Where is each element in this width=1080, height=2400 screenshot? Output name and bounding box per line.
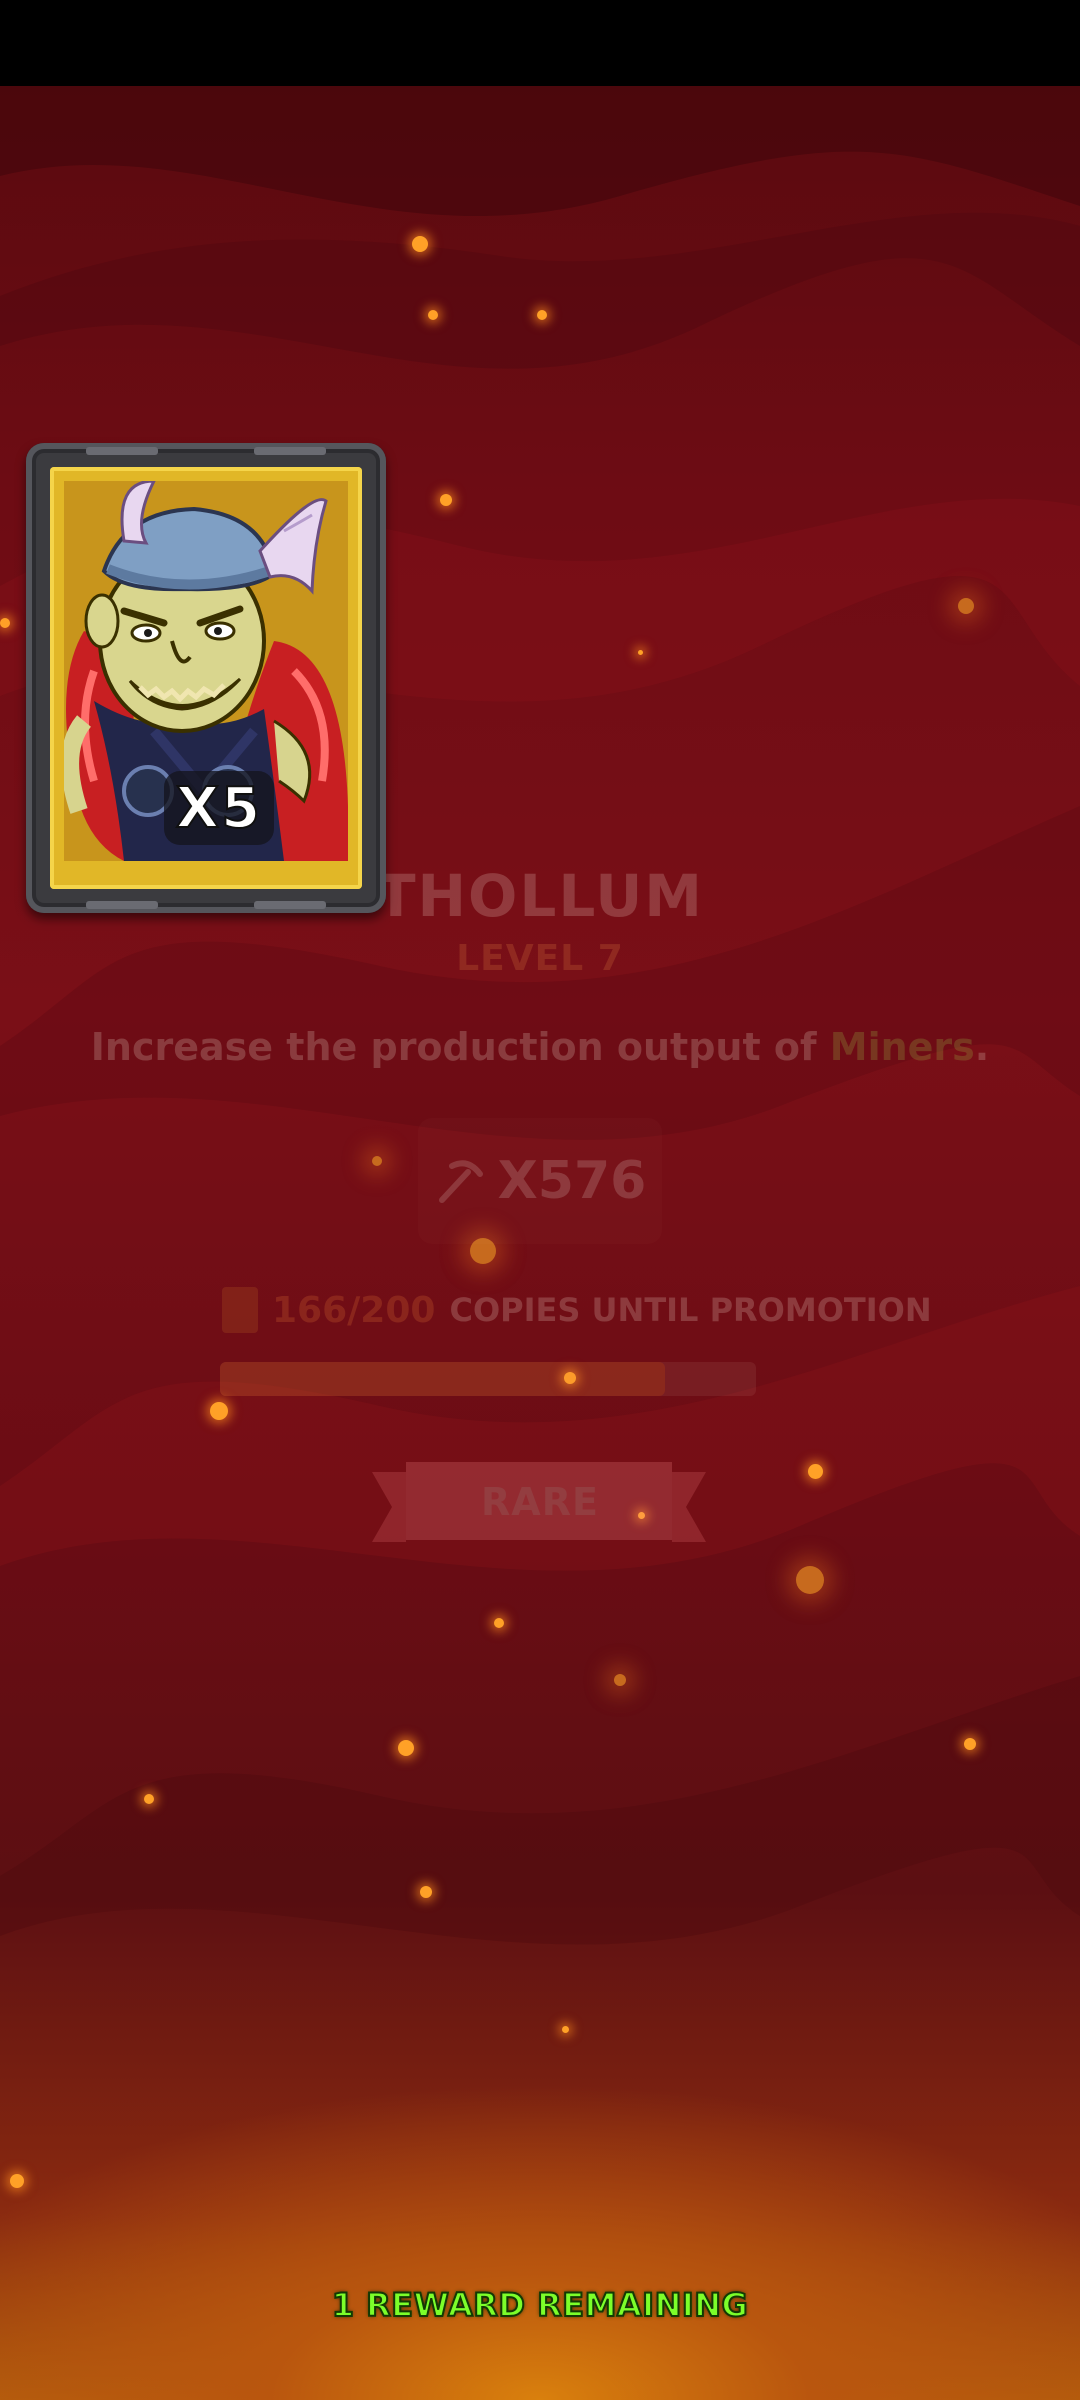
ember-particle (10, 2174, 24, 2188)
ember-particle (440, 494, 452, 506)
ember-particle (398, 1740, 414, 1756)
ember-particle (638, 650, 643, 655)
ember-particle (412, 236, 428, 252)
rarity-label: RARE (481, 1480, 599, 1524)
ember-particle (964, 1738, 976, 1750)
ember-particle (0, 618, 10, 628)
hero-description-text: Increase the production output of (90, 1025, 830, 1069)
promotion-label: COPIES UNTIL PROMOTION (449, 1291, 932, 1329)
promotion-progress-bar (220, 1362, 756, 1396)
hero-description-end: . (974, 1025, 990, 1069)
ember-particle (808, 1464, 823, 1479)
hero-level: LEVEL 7 (456, 938, 624, 979)
ember-particle (494, 1618, 504, 1628)
hero-description: Increase the production output of Miners… (0, 1025, 1080, 1069)
promotion-progress-fill (220, 1362, 665, 1396)
card-frame-rivet (86, 901, 158, 909)
card-copies-icon (222, 1287, 258, 1333)
ember-particle (420, 1886, 432, 1898)
ember-particle (796, 1566, 824, 1594)
hero-stat-box: X576 (418, 1118, 662, 1244)
ember-particle (210, 1402, 228, 1420)
ember-particle (958, 598, 974, 614)
promotion-count: 166/200 (272, 1289, 436, 1331)
card-count-label: X5 (175, 775, 263, 842)
ember-particle (372, 1156, 382, 1166)
hero-portrait: X5 (64, 481, 348, 861)
ember-particle (144, 1794, 154, 1804)
ember-particle (537, 310, 547, 320)
card-frame-rivet (86, 447, 158, 455)
card-gold-frame: X5 (50, 467, 362, 889)
hero-stat-value: X576 (497, 1151, 647, 1211)
card-count-badge: X5 (164, 771, 274, 845)
promotion-row: 166/200 COPIES UNTIL PROMOTION (222, 1285, 932, 1335)
rewards-remaining-label: 1 REWARD REMAINING (331, 2285, 749, 2325)
card-frame-rivet (254, 901, 326, 909)
hero-description-highlight: Miners (829, 1025, 975, 1069)
ember-particle (562, 2026, 569, 2033)
pickaxe-icon (438, 1160, 483, 1203)
ember-particle (614, 1674, 626, 1686)
reward-card[interactable]: X5 (26, 443, 386, 913)
ember-particle (428, 310, 438, 320)
card-frame-rivet (254, 447, 326, 455)
status-bar (0, 0, 1080, 86)
